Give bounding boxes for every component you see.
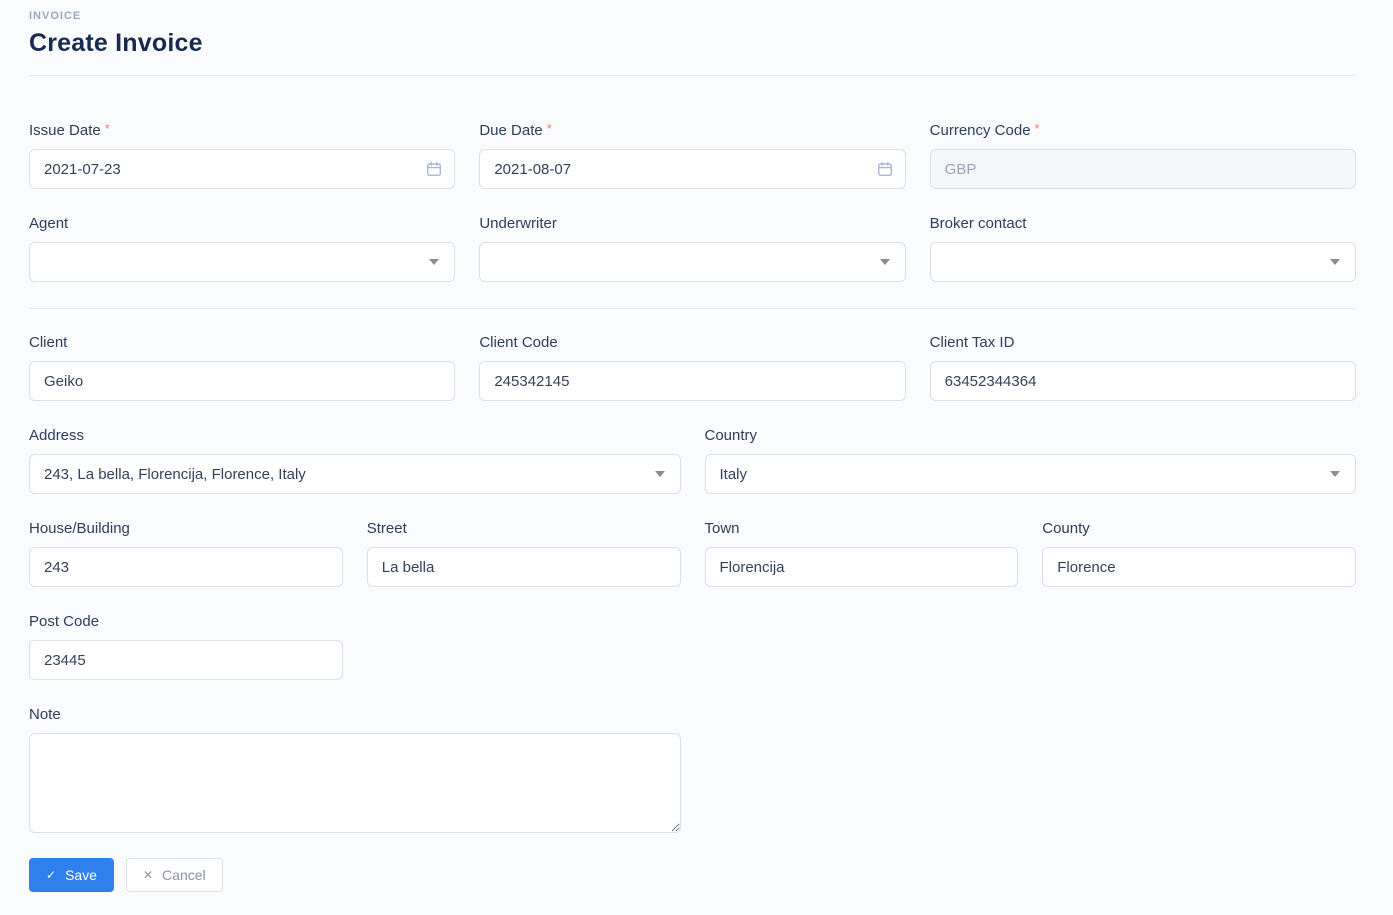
due-date-control (479, 149, 906, 189)
cancel-button-label: Cancel (162, 867, 206, 883)
due-date-label: Due Date * (479, 121, 552, 139)
invoice-form: Issue Date* Due Date* (29, 121, 1356, 892)
address-select-value: 243, La bella, Florencija, Florence, Ita… (44, 465, 306, 483)
field-address: Address 243, La bella, Florencija, Flore… (29, 427, 681, 494)
issue-date-label: Issue Date * (29, 121, 110, 139)
town-input[interactable] (704, 547, 1019, 587)
agent-select[interactable] (29, 242, 456, 282)
section-divider (29, 308, 1356, 309)
field-agent: Agent (29, 215, 456, 282)
create-invoice-page: INVOICE Create Invoice Issue Date * 2021… (0, 0, 1393, 912)
save-button[interactable]: ✓ Save (29, 858, 114, 892)
field-client-code: Client Code (479, 334, 906, 401)
check-icon: ✓ (46, 868, 57, 882)
broker-contact-select[interactable] (929, 242, 1356, 282)
county-label: County (1042, 520, 1090, 537)
field-issue-date: Issue Date * (29, 121, 456, 189)
required-asterisk: * (104, 121, 110, 136)
client-tax-id-input[interactable] (929, 361, 1356, 401)
row-post-code: Post Code (29, 613, 1356, 680)
underwriter-label: Underwriter (479, 215, 557, 232)
country-select-value: Italy (719, 465, 748, 483)
field-underwriter: Underwriter (479, 215, 906, 282)
underwriter-select[interactable] (479, 242, 906, 282)
street-label: Street (366, 520, 407, 537)
save-button-label: Save (65, 867, 97, 883)
header-divider (29, 75, 1356, 76)
required-asterisk: * (546, 121, 552, 136)
house-building-input[interactable] (29, 547, 343, 587)
chevron-down-icon (654, 471, 665, 477)
cancel-button[interactable]: ✕ Cancel (125, 858, 223, 892)
due-date-input[interactable] (479, 149, 906, 189)
row-client: Client Client Code Client Tax ID (29, 334, 1356, 401)
field-town: Town (704, 520, 1019, 587)
chevron-down-icon (429, 259, 440, 265)
field-country: Country Italy (704, 427, 1356, 494)
row-dates: Issue Date* Due Date* (29, 121, 1356, 189)
client-input[interactable] (29, 361, 456, 401)
calendar-icon[interactable] (877, 161, 893, 177)
country-label: Country (704, 427, 758, 444)
post-code-input[interactable] (29, 640, 343, 680)
issue-date-input[interactable] (29, 149, 456, 189)
form-actions: ✓ Save ✕ Cancel (29, 858, 1356, 892)
required-asterisk: * (1034, 121, 1040, 136)
field-due-date: Due Date * (479, 121, 906, 189)
chevron-down-icon (879, 259, 890, 265)
page-title: Create Invoice (29, 29, 203, 57)
currency-code-input (929, 149, 1356, 189)
breadcrumb: INVOICE (29, 10, 82, 22)
field-currency-code: Currency Code * (929, 121, 1356, 189)
field-post-code: Post Code (29, 613, 343, 680)
field-street: Street (366, 520, 681, 587)
client-code-label: Client Code (479, 334, 558, 351)
row-address: Address 243, La bella, Florencija, Flore… (29, 427, 1356, 494)
client-tax-id-label: Client Tax ID (929, 334, 1015, 351)
field-broker-contact: Broker contact (929, 215, 1356, 282)
calendar-icon[interactable] (426, 161, 442, 177)
post-code-label: Post Code (29, 613, 100, 630)
chevron-down-icon (1330, 471, 1340, 477)
field-client: Client (29, 334, 456, 401)
field-client-tax-id: Client Tax ID (929, 334, 1356, 401)
note-textarea[interactable] (29, 733, 681, 833)
currency-code-label: Currency Code * (929, 121, 1040, 139)
field-county: County (1042, 520, 1356, 587)
country-select[interactable]: Italy (704, 454, 1356, 494)
row-contacts: Agent Underwriter Broker contact (29, 215, 1356, 282)
broker-contact-label: Broker contact (929, 215, 1027, 232)
client-code-input[interactable] (479, 361, 906, 401)
agent-label: Agent (29, 215, 69, 232)
chevron-down-icon (1330, 259, 1340, 265)
field-note: Note (29, 706, 681, 833)
street-input[interactable] (366, 547, 681, 587)
issue-date-control (29, 149, 456, 189)
note-label: Note (29, 706, 61, 723)
town-label: Town (704, 520, 740, 537)
county-input[interactable] (1042, 547, 1356, 587)
field-house-building: House/Building (29, 520, 343, 587)
close-icon: ✕ (142, 868, 154, 882)
client-label: Client (29, 334, 68, 351)
address-label: Address (29, 427, 85, 444)
address-select[interactable]: 243, La bella, Florencija, Florence, Ita… (29, 454, 681, 494)
currency-code-control (929, 149, 1356, 189)
house-building-label: House/Building (29, 520, 130, 537)
row-address-parts: House/Building Street Town County (29, 520, 1356, 587)
